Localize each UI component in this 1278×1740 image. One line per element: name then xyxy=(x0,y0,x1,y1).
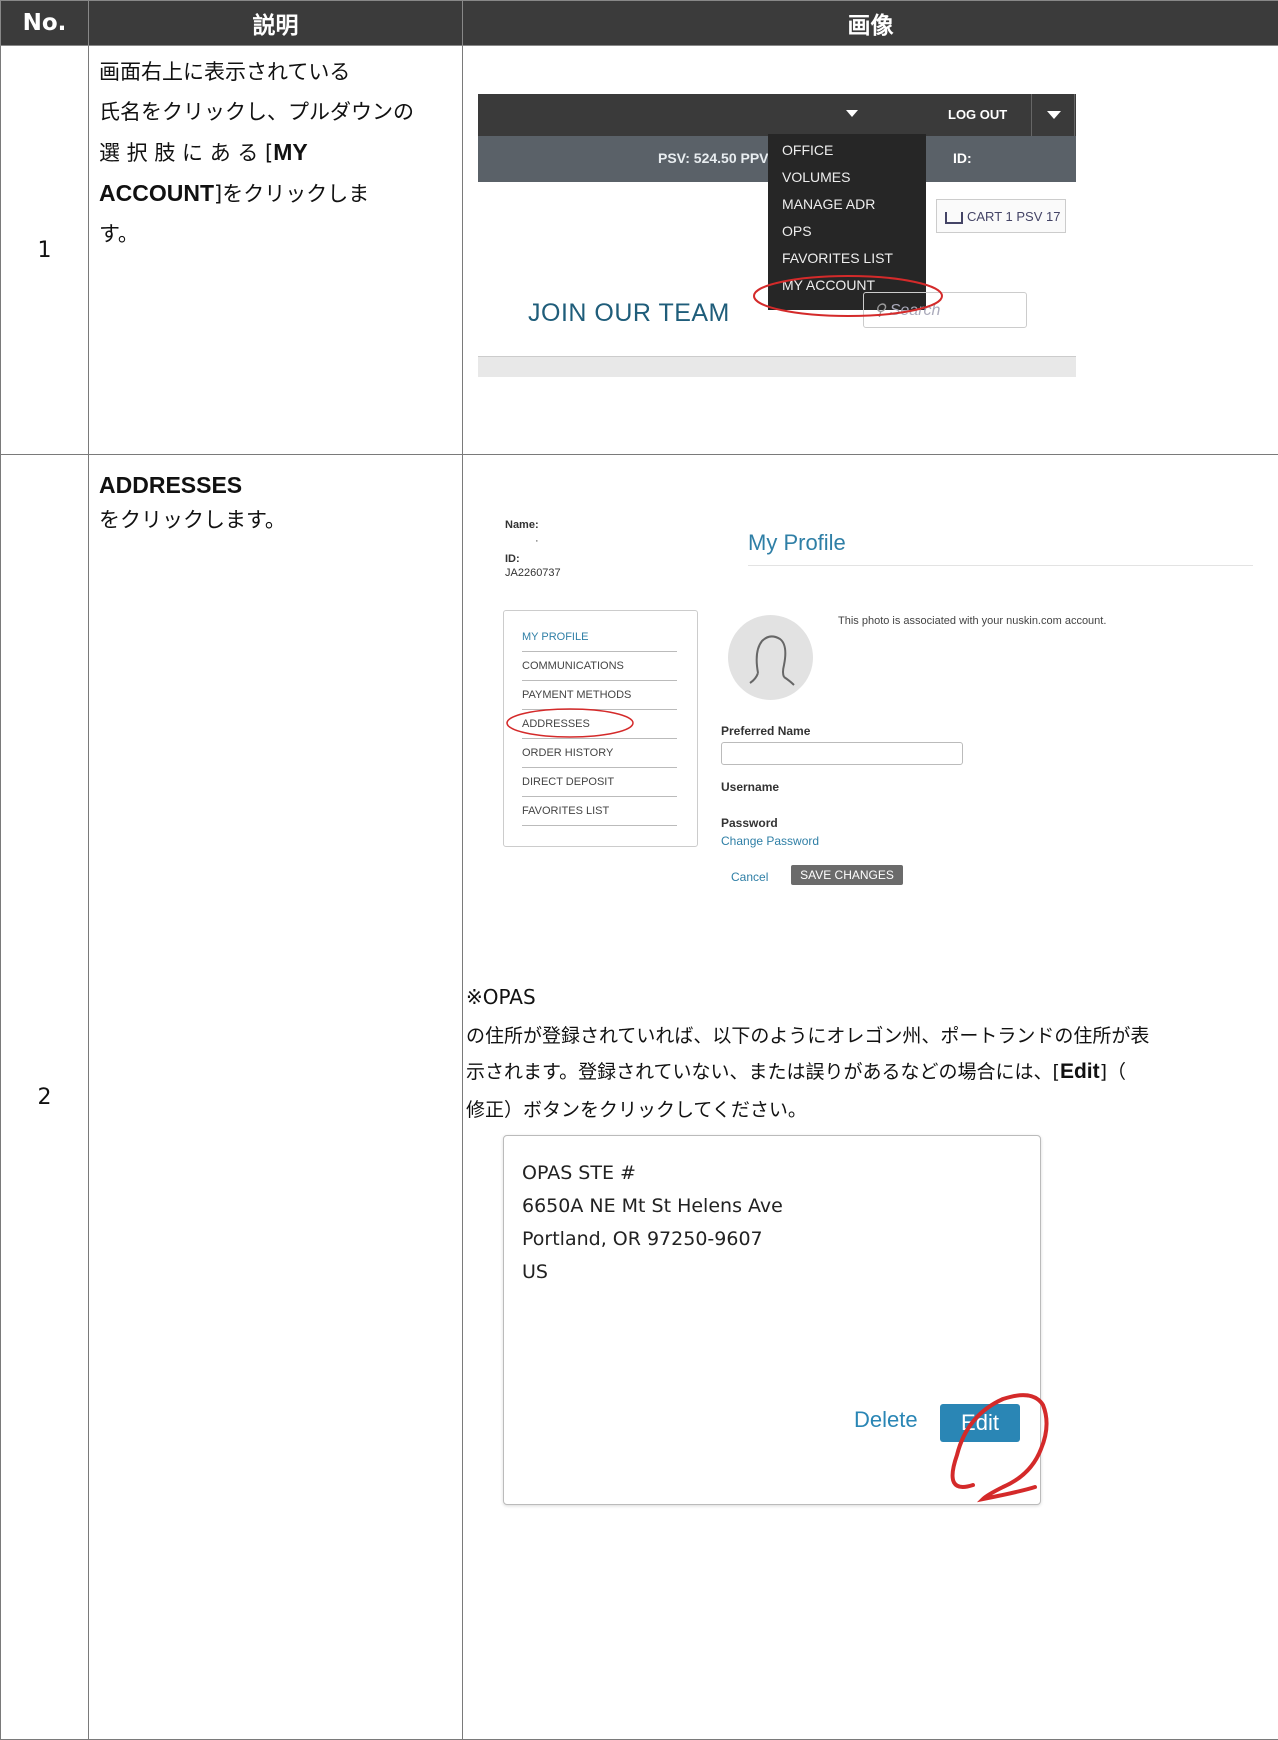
caret-down-icon[interactable] xyxy=(1047,111,1061,119)
step-image: Name: · ID: JA2260737 My Profile MY PROF… xyxy=(463,455,1278,1740)
header-image: 画像 xyxy=(463,1,1278,46)
sidebar-item-favorites-list[interactable]: FAVORITES LIST xyxy=(522,797,677,826)
sidebar-item-order-history[interactable]: ORDER HISTORY xyxy=(522,739,677,768)
divider xyxy=(1031,94,1032,136)
sidebar-item-communications[interactable]: COMMUNICATIONS xyxy=(522,652,677,681)
screenshot-account-menu: LOG OUT PSV: 524.50 PPV ID: OFFICE VOLUM… xyxy=(478,94,1076,384)
id-label: ID: xyxy=(953,150,972,166)
preferred-name-label: Preferred Name xyxy=(721,724,810,738)
logout-link[interactable]: LOG OUT xyxy=(948,107,1007,122)
red-circle-annotation xyxy=(503,705,638,741)
step-row-2: 2 ADDRESSES をクリックします。 Name: · ID: JA2260… xyxy=(1,455,1278,1740)
desc-bold: ADDRESSES xyxy=(99,472,242,498)
save-changes-button[interactable]: SAVE CHANGES xyxy=(791,865,903,885)
avatar xyxy=(728,615,813,700)
id-label: ID: xyxy=(505,553,520,565)
step-image: LOG OUT PSV: 524.50 PPV ID: OFFICE VOLUM… xyxy=(463,46,1278,455)
desc-line: 氏名をクリックし、プルダウンの xyxy=(99,92,452,132)
sidebar-item-my-profile[interactable]: MY PROFILE xyxy=(522,623,677,652)
delete-link[interactable]: Delete xyxy=(854,1407,918,1433)
step-row-1: 1 画面右上に表示されている 氏名をクリックし、プルダウンの 選 択 肢 に あ… xyxy=(1,46,1278,455)
username-label: Username xyxy=(721,780,779,794)
preferred-name-input[interactable] xyxy=(721,742,963,765)
join-our-team-link[interactable]: JOIN OUR TEAM xyxy=(528,299,730,328)
desc-line: 画面右上に表示されている xyxy=(99,52,452,92)
step-number: 1 xyxy=(1,46,89,455)
id-value: JA2260737 xyxy=(505,567,561,579)
desc-bold: ACCOUNT xyxy=(99,180,214,206)
step-number: 2 xyxy=(1,455,89,1740)
name-label: Name: xyxy=(505,519,539,531)
address-line: US xyxy=(522,1261,548,1283)
step-description: 画面右上に表示されている 氏名をクリックし、プルダウンの 選 択 肢 に あ る… xyxy=(89,46,463,455)
psv-text: PSV: 524.50 PPV xyxy=(658,150,769,166)
desc-text: 選 択 肢 に あ る [ xyxy=(99,141,273,165)
red-circle-annotation xyxy=(923,1375,1063,1515)
photo-note: This photo is associated with your nuski… xyxy=(838,615,1106,627)
note-line: の住所が登録されていれば、以下のようにオレゴン州、ポートランドの住所が表 xyxy=(466,1021,1149,1048)
menu-item-manage-adr[interactable]: MANAGE ADR xyxy=(782,196,875,212)
note-heading: ※OPAS xyxy=(466,985,536,1009)
header-no: No. xyxy=(1,1,89,46)
desc-line: 選 択 肢 に あ る [MY xyxy=(99,132,452,173)
divider xyxy=(1074,94,1075,136)
address-line: 6650A NE Mt St Helens Ave xyxy=(522,1195,783,1217)
note-line: 示されます。登録されていない、または誤りがあるなどの場合には、[Edit]（ xyxy=(466,1057,1126,1084)
note-line: 修正）ボタンをクリックしてください。 xyxy=(466,1095,807,1122)
divider xyxy=(748,565,1253,566)
cart-icon xyxy=(945,212,963,224)
menu-item-volumes[interactable]: VOLUMES xyxy=(782,169,850,185)
sidebar-item-direct-deposit[interactable]: DIRECT DEPOSIT xyxy=(522,768,677,797)
step-description: ADDRESSES をクリックします。 xyxy=(89,455,463,1740)
header-row: No. 説明 画像 xyxy=(1,1,1278,46)
desc-line: す。 xyxy=(99,214,452,254)
note-text: 示されます。登録されていない、または誤りがあるなどの場合には、[ xyxy=(466,1061,1060,1083)
desc-bold: MY xyxy=(273,139,308,165)
cart-label: CART 1 PSV 17 xyxy=(967,209,1060,224)
header-description: 説明 xyxy=(89,1,463,46)
menu-item-ops[interactable]: OPS xyxy=(782,223,812,239)
page-title: My Profile xyxy=(748,530,846,556)
name-value: · xyxy=(535,535,539,547)
desc-line: ACCOUNT]をクリックしま xyxy=(99,173,452,214)
page-strip xyxy=(478,356,1076,377)
caret-down-icon[interactable] xyxy=(846,110,858,117)
menu-item-office[interactable]: OFFICE xyxy=(782,142,833,158)
red-circle-annotation xyxy=(748,264,948,324)
cancel-link[interactable]: Cancel xyxy=(731,870,768,884)
note-bold: Edit xyxy=(1060,1060,1100,1083)
address-line: OPAS STE # xyxy=(522,1162,636,1184)
desc-line: をクリックします。 xyxy=(99,500,452,540)
note-text: ]（ xyxy=(1100,1061,1126,1083)
user-silhouette-icon xyxy=(728,615,813,700)
instruction-table: No. 説明 画像 1 画面右上に表示されている 氏名をクリックし、プルダウンの… xyxy=(0,0,1278,1740)
password-label: Password xyxy=(721,816,778,830)
address-line: Portland, OR 97250-9607 xyxy=(522,1228,763,1250)
cart-button[interactable]: CART 1 PSV 17 xyxy=(936,199,1066,233)
desc-text: ]をクリックしま xyxy=(214,182,369,206)
change-password-link[interactable]: Change Password xyxy=(721,834,819,848)
